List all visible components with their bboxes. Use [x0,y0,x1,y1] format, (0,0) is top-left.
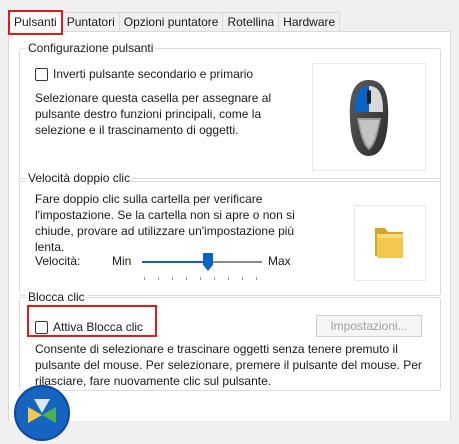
tab-puntatori[interactable]: Puntatori [61,12,120,31]
speed-max-label: Max [268,254,291,268]
tab-hardware[interactable]: Hardware [278,12,341,31]
button-config-description: Selezionare questa casella per assegnare… [35,91,272,137]
app-logo [14,385,70,441]
speed-label: Velocità: [35,254,81,268]
tab-opzioni-puntatore[interactable]: Opzioni puntatore [118,12,224,31]
double-click-description: Fare doppio clic sulla cartella per veri… [35,192,295,254]
slider-thumb[interactable] [202,253,213,271]
mouse-icon [349,80,389,156]
speed-slider[interactable] [142,253,262,283]
button-config-group: Configurazione pulsanti Inverti pulsante… [19,41,441,182]
tab-strip: Pulsanti Puntatori Opzioni puntatore Rot… [8,10,341,35]
click-lock-description: Consente di selezionare e trascinare ogg… [35,342,422,388]
settings-button[interactable]: Impostazioni... [316,315,422,337]
logo-icon [14,385,70,441]
swap-buttons-checkbox[interactable] [35,67,48,81]
double-click-title: Velocità doppio clic [26,171,133,185]
highlight-box [27,305,157,337]
folder-icon [375,228,403,258]
swap-buttons-label[interactable]: Inverti pulsante secondario e primario [53,67,253,81]
swap-buttons-row[interactable]: Inverti pulsante secondario e primario [35,67,253,81]
tab-pulsanti[interactable]: Pulsanti [8,10,63,35]
click-lock-title: Blocca clic [26,290,87,304]
tab-panel: Configurazione pulsanti Inverti pulsante… [8,31,451,421]
button-config-title: Configurazione pulsanti [26,41,156,55]
speed-min-label: Min [112,254,132,268]
test-folder-box[interactable] [354,205,426,281]
tab-rotellina[interactable]: Rotellina [222,12,280,31]
mouse-image-box [312,63,426,171]
double-click-group: Velocità doppio clic Fare doppio clic su… [19,171,441,296]
slider-fill [142,261,208,263]
